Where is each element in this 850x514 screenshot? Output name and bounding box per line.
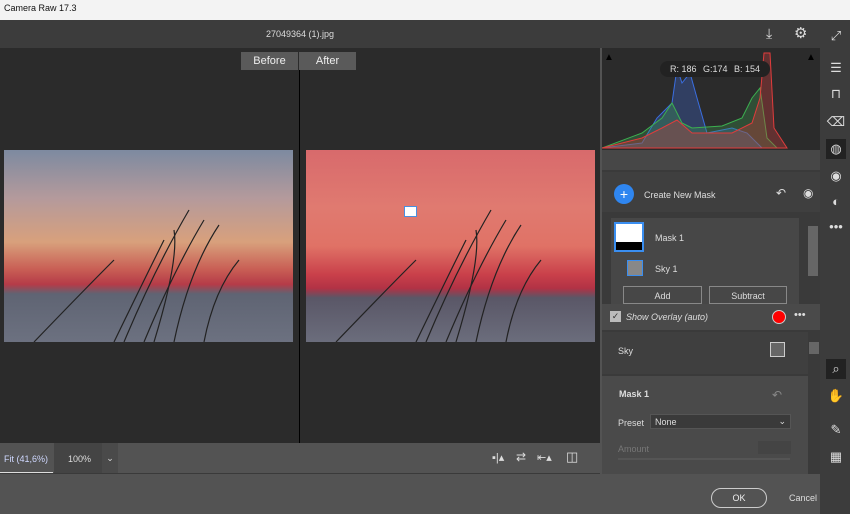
cancel-button[interactable]: Cancel (789, 493, 817, 503)
create-mask-plus-icon[interactable]: + (614, 184, 634, 204)
swap-icon[interactable]: ⇄ (516, 450, 526, 464)
view-mode-icon[interactable]: ▪|▴ (492, 451, 504, 464)
amount-label: Amount (618, 444, 650, 454)
before-after-toggle-icon[interactable]: ◫ (566, 449, 578, 465)
sky-component-icon[interactable] (627, 260, 643, 276)
mask-thumbnail[interactable] (614, 222, 644, 252)
eye-icon[interactable]: ◉ (803, 186, 813, 200)
highlight-clipping-icon[interactable]: ▲ (806, 52, 816, 63)
edit-sliders-icon[interactable]: ☰ (826, 58, 846, 78)
overlay-row: ✓ Show Overlay (auto) ••• (602, 304, 820, 330)
title-bar: Camera Raw 17.3 (0, 0, 850, 20)
masking-icon[interactable]: ◍ (826, 139, 846, 159)
more-icon[interactable]: ••• (794, 309, 806, 321)
footer: OK Cancel (0, 474, 820, 514)
histogram: ▲ ▲ R: 186 G:174 B: 154 (601, 48, 820, 150)
add-label: Add (654, 291, 671, 301)
rgb-readout: R: 186 G:174 B: 154 (660, 61, 770, 77)
amount-input[interactable] (758, 441, 791, 454)
reset-icon[interactable]: ↶ (772, 388, 782, 402)
blue-value: B: 154 (733, 64, 760, 74)
zoom-dropdown-chevron-icon[interactable]: ⌄ (102, 443, 118, 473)
preset-value: None (655, 417, 677, 427)
undo-icon[interactable]: ↶ (776, 186, 786, 200)
properties-scrollbar[interactable] (808, 332, 820, 474)
file-name: 27049364 (1).jpg (265, 29, 335, 39)
crop-transform-icon[interactable]: ⊓ (826, 84, 846, 104)
before-label[interactable]: Before (241, 52, 298, 70)
invert-icon[interactable] (770, 342, 785, 357)
mask-header: + Create New Mask ↶ ◉ (602, 172, 820, 212)
grid-icon[interactable]: ▦ (826, 447, 846, 467)
overlay-checkbox[interactable]: ✓ (610, 311, 621, 322)
mask-list: Mask 1 Sky 1 Add Subtract (611, 218, 799, 304)
amount-slider[interactable] (618, 458, 790, 460)
app-title: Camera Raw 17.3 (4, 3, 77, 13)
copy-settings-icon[interactable]: ⇤▴ (537, 451, 552, 464)
add-button[interactable]: Add (623, 286, 702, 304)
subtract-label: Subtract (731, 291, 765, 301)
eraser-icon[interactable]: ⌫ (826, 112, 846, 132)
after-label[interactable]: After (299, 52, 356, 70)
show-overlay-label: Show Overlay (auto) (626, 312, 709, 322)
overlay-color-swatch[interactable] (772, 310, 786, 324)
green-value: G:174 (702, 64, 728, 74)
grass-silhouette (33, 209, 240, 342)
zoom-100-button[interactable]: 100% (54, 443, 102, 473)
mask-properties-title: Mask 1 (619, 389, 650, 399)
create-new-mask-label[interactable]: Create New Mask (644, 190, 716, 200)
save-icon[interactable]: ⤓ (766, 25, 772, 42)
eyedropper-icon[interactable]: ✎ (826, 420, 846, 440)
mask-item-mask-1[interactable]: Mask 1 (655, 233, 684, 243)
mask-list-scrollbar[interactable] (807, 218, 819, 304)
red-value: R: 186 (670, 64, 697, 74)
gear-icon[interactable]: ⚙ (794, 24, 807, 42)
preset-label: Preset (618, 418, 645, 428)
shadow-clipping-icon[interactable]: ▲ (604, 52, 614, 63)
sky-mask-pin-icon[interactable] (404, 206, 417, 217)
sky-component-row: Sky (602, 332, 808, 374)
more-tools-icon[interactable]: ••• (826, 217, 846, 237)
red-eye-icon[interactable]: ◉ (826, 166, 846, 186)
preset-select[interactable]: None ⌄ (650, 414, 791, 429)
after-image (306, 150, 595, 342)
before-image (4, 150, 293, 342)
fullscreen-icon[interactable]: ⤢ (826, 26, 846, 46)
subtract-button[interactable]: Subtract (709, 286, 787, 304)
mask-item-sky-1[interactable]: Sky 1 (655, 264, 678, 274)
grass-silhouette (335, 209, 542, 342)
sky-label: Sky (618, 346, 634, 356)
ok-button[interactable]: OK (711, 488, 767, 508)
histogram-footer (602, 150, 820, 170)
presets-icon[interactable]: ◐ (826, 192, 846, 212)
header-bar: 27049364 (1).jpg ⤓ ⚙ (0, 20, 820, 48)
split-divider (299, 70, 300, 443)
mask-properties: Mask 1 ↶ Preset None ⌄ Amount (602, 376, 808, 474)
zoom-fit-button[interactable]: Fit (41,6%) (0, 443, 53, 473)
hand-tool-icon[interactable]: ✋ (826, 386, 846, 406)
zoom-bar: Fit (41,6%) 100% ⌄ ▪|▴ ⇄ ⇤▴ ◫ (0, 443, 600, 474)
zoom-tool-icon[interactable]: ⌕ (826, 359, 846, 379)
